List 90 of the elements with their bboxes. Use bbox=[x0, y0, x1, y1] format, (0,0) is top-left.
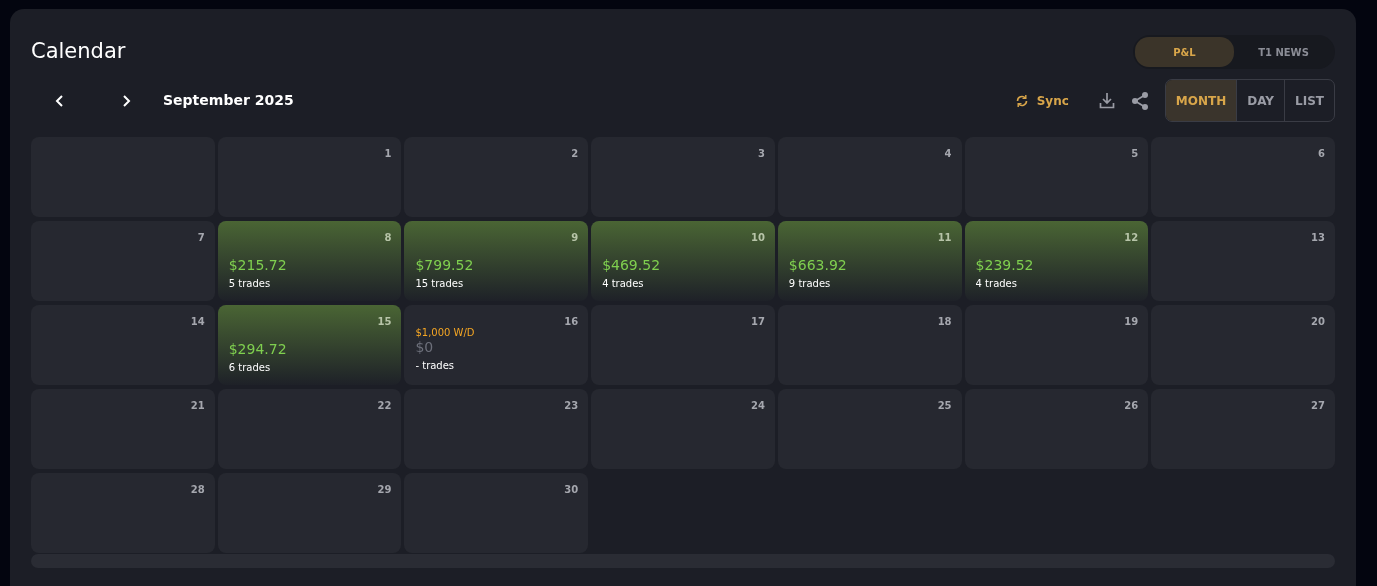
day-number: 11 bbox=[937, 231, 952, 245]
day-number: 25 bbox=[937, 399, 952, 413]
day-cell[interactable]: 21 bbox=[31, 389, 215, 469]
day-cell[interactable]: 10 $469.52 4 trades bbox=[591, 221, 775, 301]
withdrawal-note: $1,000 W/D bbox=[415, 326, 476, 340]
day-number: 28 bbox=[190, 483, 205, 497]
trade-count: 15 trades bbox=[415, 277, 465, 292]
tab[interactable]: P&L bbox=[1135, 37, 1234, 67]
day-cell[interactable]: 14 bbox=[31, 305, 215, 385]
day-cell[interactable]: 9 $799.52 15 trades bbox=[404, 221, 589, 301]
day-cell[interactable]: 24 bbox=[591, 389, 775, 469]
day-number: 12 bbox=[1124, 231, 1139, 245]
day-cell[interactable]: 22 bbox=[217, 389, 402, 469]
day-cell[interactable]: 1 bbox=[217, 137, 402, 217]
day-cell[interactable]: 13 bbox=[1151, 221, 1335, 301]
day-cell[interactable]: 3 bbox=[591, 137, 775, 217]
day-number: 14 bbox=[190, 315, 205, 329]
day-cell[interactable]: 16 $1,000 W/D $0 - trades bbox=[404, 305, 589, 385]
day-cell[interactable]: 27 bbox=[1151, 389, 1335, 469]
day-cell[interactable]: 7 bbox=[31, 221, 215, 301]
day-number: 5 bbox=[1131, 147, 1139, 161]
day-number: 30 bbox=[564, 483, 579, 497]
day-cell[interactable]: 20 bbox=[1151, 305, 1335, 385]
day-cell[interactable]: 23 bbox=[404, 389, 589, 469]
day-number: 6 bbox=[1318, 147, 1325, 161]
day-number: 2 bbox=[571, 147, 579, 161]
pnl-amount: $663.92 bbox=[788, 258, 848, 274]
trade-count: - trades bbox=[415, 359, 456, 374]
day-number: 16 bbox=[564, 315, 579, 329]
day-number: 17 bbox=[750, 315, 765, 329]
pnl-amount: $215.72 bbox=[228, 258, 288, 274]
view-tab[interactable]: DAY bbox=[1236, 80, 1285, 121]
day-number: 22 bbox=[377, 399, 392, 413]
day-number: 4 bbox=[944, 147, 952, 161]
sync-icon bbox=[1014, 93, 1029, 108]
day-cell[interactable]: 26 bbox=[964, 389, 1149, 469]
day-cell[interactable]: 12 $239.52 4 trades bbox=[964, 221, 1149, 301]
day-number: 1 bbox=[384, 147, 392, 161]
day-number: 15 bbox=[377, 315, 392, 329]
day-cell[interactable]: 28 bbox=[31, 473, 215, 553]
chevron-left-icon bbox=[55, 93, 65, 108]
day-number: 20 bbox=[1311, 315, 1325, 329]
view-tab[interactable]: LIST bbox=[1284, 80, 1334, 121]
day-cell[interactable]: 11 $663.92 9 trades bbox=[777, 221, 962, 301]
chevron-right-icon bbox=[121, 93, 131, 108]
day-cell[interactable]: 29 bbox=[217, 473, 402, 553]
day-number: 24 bbox=[750, 399, 765, 413]
share-button[interactable] bbox=[1130, 90, 1149, 111]
day-number: 3 bbox=[757, 147, 765, 161]
day-cell[interactable]: 19 bbox=[964, 305, 1149, 385]
day-cell[interactable]: 4 bbox=[777, 137, 962, 217]
day-number: 10 bbox=[750, 231, 765, 245]
pnl-amount: $239.52 bbox=[975, 258, 1035, 274]
day-number: 29 bbox=[377, 483, 392, 497]
day-cell[interactable]: 6 bbox=[1151, 137, 1335, 217]
day-cell[interactable]: 2 bbox=[404, 137, 589, 217]
day-number: 8 bbox=[384, 231, 392, 245]
day-number: 23 bbox=[564, 399, 579, 413]
day-number: 27 bbox=[1311, 399, 1325, 413]
day-number: 19 bbox=[1124, 315, 1139, 329]
trade-count: 5 trades bbox=[228, 277, 272, 292]
day-cell[interactable]: 8 $215.72 5 trades bbox=[217, 221, 402, 301]
pnl-amount: $799.52 bbox=[415, 258, 475, 274]
share-icon bbox=[1130, 90, 1149, 111]
sync-button[interactable]: Sync bbox=[1008, 90, 1075, 111]
day-cell[interactable]: 25 bbox=[777, 389, 962, 469]
day-cell[interactable]: 5 bbox=[964, 137, 1149, 217]
month-label: September 2025 bbox=[163, 91, 294, 110]
day-cell[interactable]: 30 bbox=[404, 473, 589, 553]
pnl-amount: $0 bbox=[415, 340, 435, 356]
day-number: 13 bbox=[1311, 231, 1325, 245]
view-tab[interactable]: MONTH bbox=[1165, 80, 1237, 121]
trade-count: 4 trades bbox=[975, 277, 1018, 292]
page-title: Calendar bbox=[31, 39, 126, 65]
day-cell[interactable]: 15 $294.72 6 trades bbox=[217, 305, 402, 385]
day-number: 26 bbox=[1124, 399, 1139, 413]
day-number: 7 bbox=[197, 231, 205, 245]
trade-count: 6 trades bbox=[228, 361, 272, 376]
tab[interactable]: T1 NEWS bbox=[1234, 37, 1333, 67]
download-icon bbox=[1098, 92, 1115, 109]
trade-count: 4 trades bbox=[602, 277, 645, 292]
day-cell[interactable]: 17 bbox=[591, 305, 775, 385]
trade-count: 9 trades bbox=[788, 277, 832, 292]
day-number: 18 bbox=[937, 315, 952, 329]
day-cell[interactable]: 18 bbox=[777, 305, 962, 385]
download-button[interactable] bbox=[1098, 92, 1115, 109]
day-number: 21 bbox=[190, 399, 205, 413]
pnl-amount: $469.52 bbox=[602, 258, 662, 274]
pnl-amount: $294.72 bbox=[228, 342, 288, 358]
day-number: 9 bbox=[571, 231, 579, 245]
